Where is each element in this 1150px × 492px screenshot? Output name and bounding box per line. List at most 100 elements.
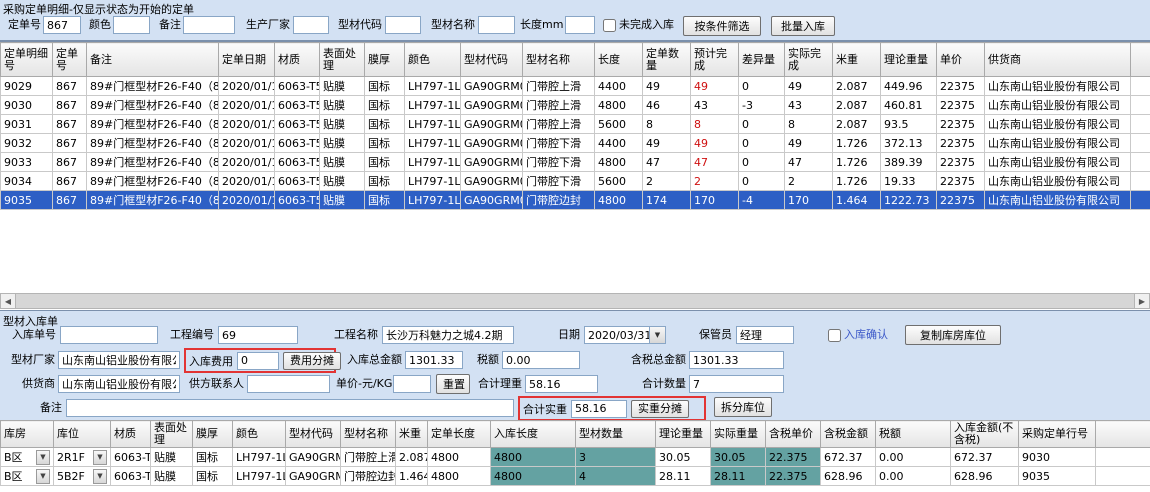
column-header: 米重 — [396, 421, 428, 448]
remark-filter-input[interactable] — [183, 16, 235, 34]
length-filter-input[interactable] — [565, 16, 595, 34]
order-cell: 89#门框型材F26-F40（866+867） — [87, 115, 219, 134]
order-cell: 89#门框型材F26-F40（866+867） — [87, 96, 219, 115]
copy-warehouse-location-button[interactable]: 复制库房库位 — [905, 325, 1001, 345]
column-header: 供货商 — [985, 43, 1131, 77]
order-cell — [1131, 191, 1150, 210]
total-amount-input[interactable] — [405, 351, 463, 369]
inbound-cell: 9035 — [1019, 467, 1096, 486]
column-header: 单价 — [937, 43, 985, 77]
order-cell: GA90GRM03 — [461, 115, 523, 134]
profile-code-filter-input[interactable] — [385, 16, 421, 34]
inbound-row-9030[interactable]: B区▼2R1F▼6063-T5贴膜国标LH797-1LL0GA90GRM03门带… — [1, 448, 1150, 467]
order-cell: 89#门框型材F26-F40（866+867） — [87, 191, 219, 210]
order-cell: 山东南山铝业股份有限公司 — [985, 172, 1131, 191]
inbound-cell — [1096, 448, 1150, 467]
combo-value: 5B2F — [57, 470, 85, 483]
order-row-9029[interactable]: 902986789#门框型材F26-F40（866+867）2020/01/13… — [1, 77, 1150, 96]
scroll-right-icon[interactable]: ▶ — [1134, 293, 1150, 309]
order-cell: 6063-T5 — [275, 96, 320, 115]
project-name-input[interactable] — [382, 326, 514, 344]
order-cell — [1131, 115, 1150, 134]
total-amount-label: 入库总金额 — [342, 351, 402, 369]
batch-inbound-button[interactable]: 批量入库 — [771, 16, 835, 36]
order-cell — [1131, 153, 1150, 172]
order-cell: 国标 — [365, 96, 405, 115]
inbound-confirm-checkbox[interactable] — [828, 329, 841, 342]
order-row-9035[interactable]: 903586789#门框型材F26-F40（866+867）2020/01/13… — [1, 191, 1150, 210]
column-header: 膜厚 — [193, 421, 233, 448]
weight-share-button[interactable]: 实重分摊 — [631, 400, 689, 418]
inbound-grid-header-row: 库房库位材质表面处理膜厚颜色型材代码型材名称米重定单长度入库长度型材数量理论重量… — [1, 421, 1150, 448]
order-row-9033[interactable]: 903386789#门框型材F26-F40（866+867）2020/01/13… — [1, 153, 1150, 172]
actual-weight-input[interactable] — [571, 400, 627, 418]
unfinished-inbound-checkbox[interactable] — [603, 19, 616, 32]
order-grid-hscrollbar[interactable]: ◀ ▶ — [0, 293, 1150, 309]
supplier-contact-input[interactable] — [247, 375, 330, 393]
project-no-input[interactable] — [218, 326, 298, 344]
order-cell: 47 — [691, 153, 739, 172]
profile-name-filter-input[interactable] — [478, 16, 515, 34]
scrollbar-thumb[interactable] — [16, 293, 1134, 309]
order-row-9032[interactable]: 903286789#门框型材F26-F40（866+867）2020/01/13… — [1, 134, 1150, 153]
inbound-cell: 4800 — [428, 467, 491, 486]
order-cell: 门带腔上滑 — [523, 77, 595, 96]
inbound-cell: LH797-1LL0 — [233, 448, 286, 467]
column-header: 库位 — [54, 421, 111, 448]
chevron-down-icon[interactable]: ▼ — [36, 450, 50, 465]
inbound-no-input[interactable] — [60, 326, 158, 344]
order-cell: 2 — [691, 172, 739, 191]
column-header: 材质 — [111, 421, 151, 448]
column-header — [1096, 421, 1150, 448]
inbound-row-9035[interactable]: B区▼5B2F▼6063-T5贴膜国标LH797-1LL0GA90GRM05门带… — [1, 467, 1150, 486]
inbound-remark-input[interactable] — [66, 399, 514, 417]
location-combo[interactable]: 2R1F▼ — [54, 448, 111, 467]
total-qty-input[interactable] — [689, 375, 784, 393]
chevron-down-icon[interactable]: ▼ — [93, 450, 107, 465]
warehouse-combo[interactable]: B区▼ — [1, 448, 54, 467]
chevron-down-icon[interactable]: ▼ — [36, 469, 50, 484]
scroll-left-icon[interactable]: ◀ — [0, 293, 16, 309]
keeper-input[interactable] — [736, 326, 794, 344]
reset-button[interactable]: 重置 — [436, 374, 470, 394]
order-filter-bar: 定单号 颜色 备注 生产厂家 型材代码 型材名称 长度mm 未完成入库 按条件筛… — [0, 16, 1150, 40]
tax-input[interactable] — [502, 351, 580, 369]
order-cell: 449.96 — [881, 77, 937, 96]
order-cell: 9035 — [1, 191, 53, 210]
date-dropdown-icon[interactable]: ▼ — [649, 326, 666, 344]
inbound-cell: GA90GRM03 — [286, 448, 341, 467]
manufacturer-filter-label: 生产厂家 — [241, 16, 290, 34]
order-cell: 4400 — [595, 77, 643, 96]
filter-by-condition-button[interactable]: 按条件筛选 — [683, 16, 761, 36]
unit-price-input[interactable] — [393, 375, 431, 393]
order-cell: 山东南山铝业股份有限公司 — [985, 115, 1131, 134]
unfinished-inbound-label: 未完成入库 — [619, 16, 679, 34]
inbound-cell: 国标 — [193, 448, 233, 467]
inbound-cell: 1.464 — [396, 467, 428, 486]
order-cell: 2.087 — [833, 77, 881, 96]
profile-code-filter-label: 型材代码 — [333, 16, 382, 34]
chevron-down-icon[interactable]: ▼ — [93, 469, 107, 484]
color-filter-input[interactable] — [113, 16, 150, 34]
supplier-input[interactable] — [58, 375, 180, 393]
order-row-9030[interactable]: 903086789#门框型材F26-F40（866+867）2020/01/13… — [1, 96, 1150, 115]
inbound-cell: 0.00 — [876, 467, 951, 486]
fee-share-button[interactable]: 费用分摊 — [283, 352, 341, 370]
inbound-fee-input[interactable] — [237, 352, 279, 370]
order-cell: 0 — [739, 134, 785, 153]
order-row-9034[interactable]: 903486789#门框型材F26-F40（866+867）2020/01/13… — [1, 172, 1150, 191]
location-combo[interactable]: 5B2F ▼ — [54, 467, 111, 486]
order-cell: 国标 — [365, 77, 405, 96]
order-row-9031[interactable]: 903186789#门框型材F26-F40（866+867）2020/01/13… — [1, 115, 1150, 134]
order-no-input[interactable] — [43, 16, 81, 34]
inbound-cell: LH797-1LL0 — [233, 467, 286, 486]
theory-weight-input[interactable] — [525, 375, 598, 393]
order-cell: 6063-T5 — [275, 77, 320, 96]
order-cell: 6063-T5 — [275, 134, 320, 153]
factory-input[interactable] — [58, 351, 180, 369]
manufacturer-filter-input[interactable] — [293, 16, 329, 34]
split-location-button[interactable]: 拆分库位 — [714, 397, 772, 417]
order-cell: 门带腔下滑 — [523, 134, 595, 153]
tax-total-input[interactable] — [689, 351, 784, 369]
warehouse-combo[interactable]: B区▼ — [1, 467, 54, 486]
